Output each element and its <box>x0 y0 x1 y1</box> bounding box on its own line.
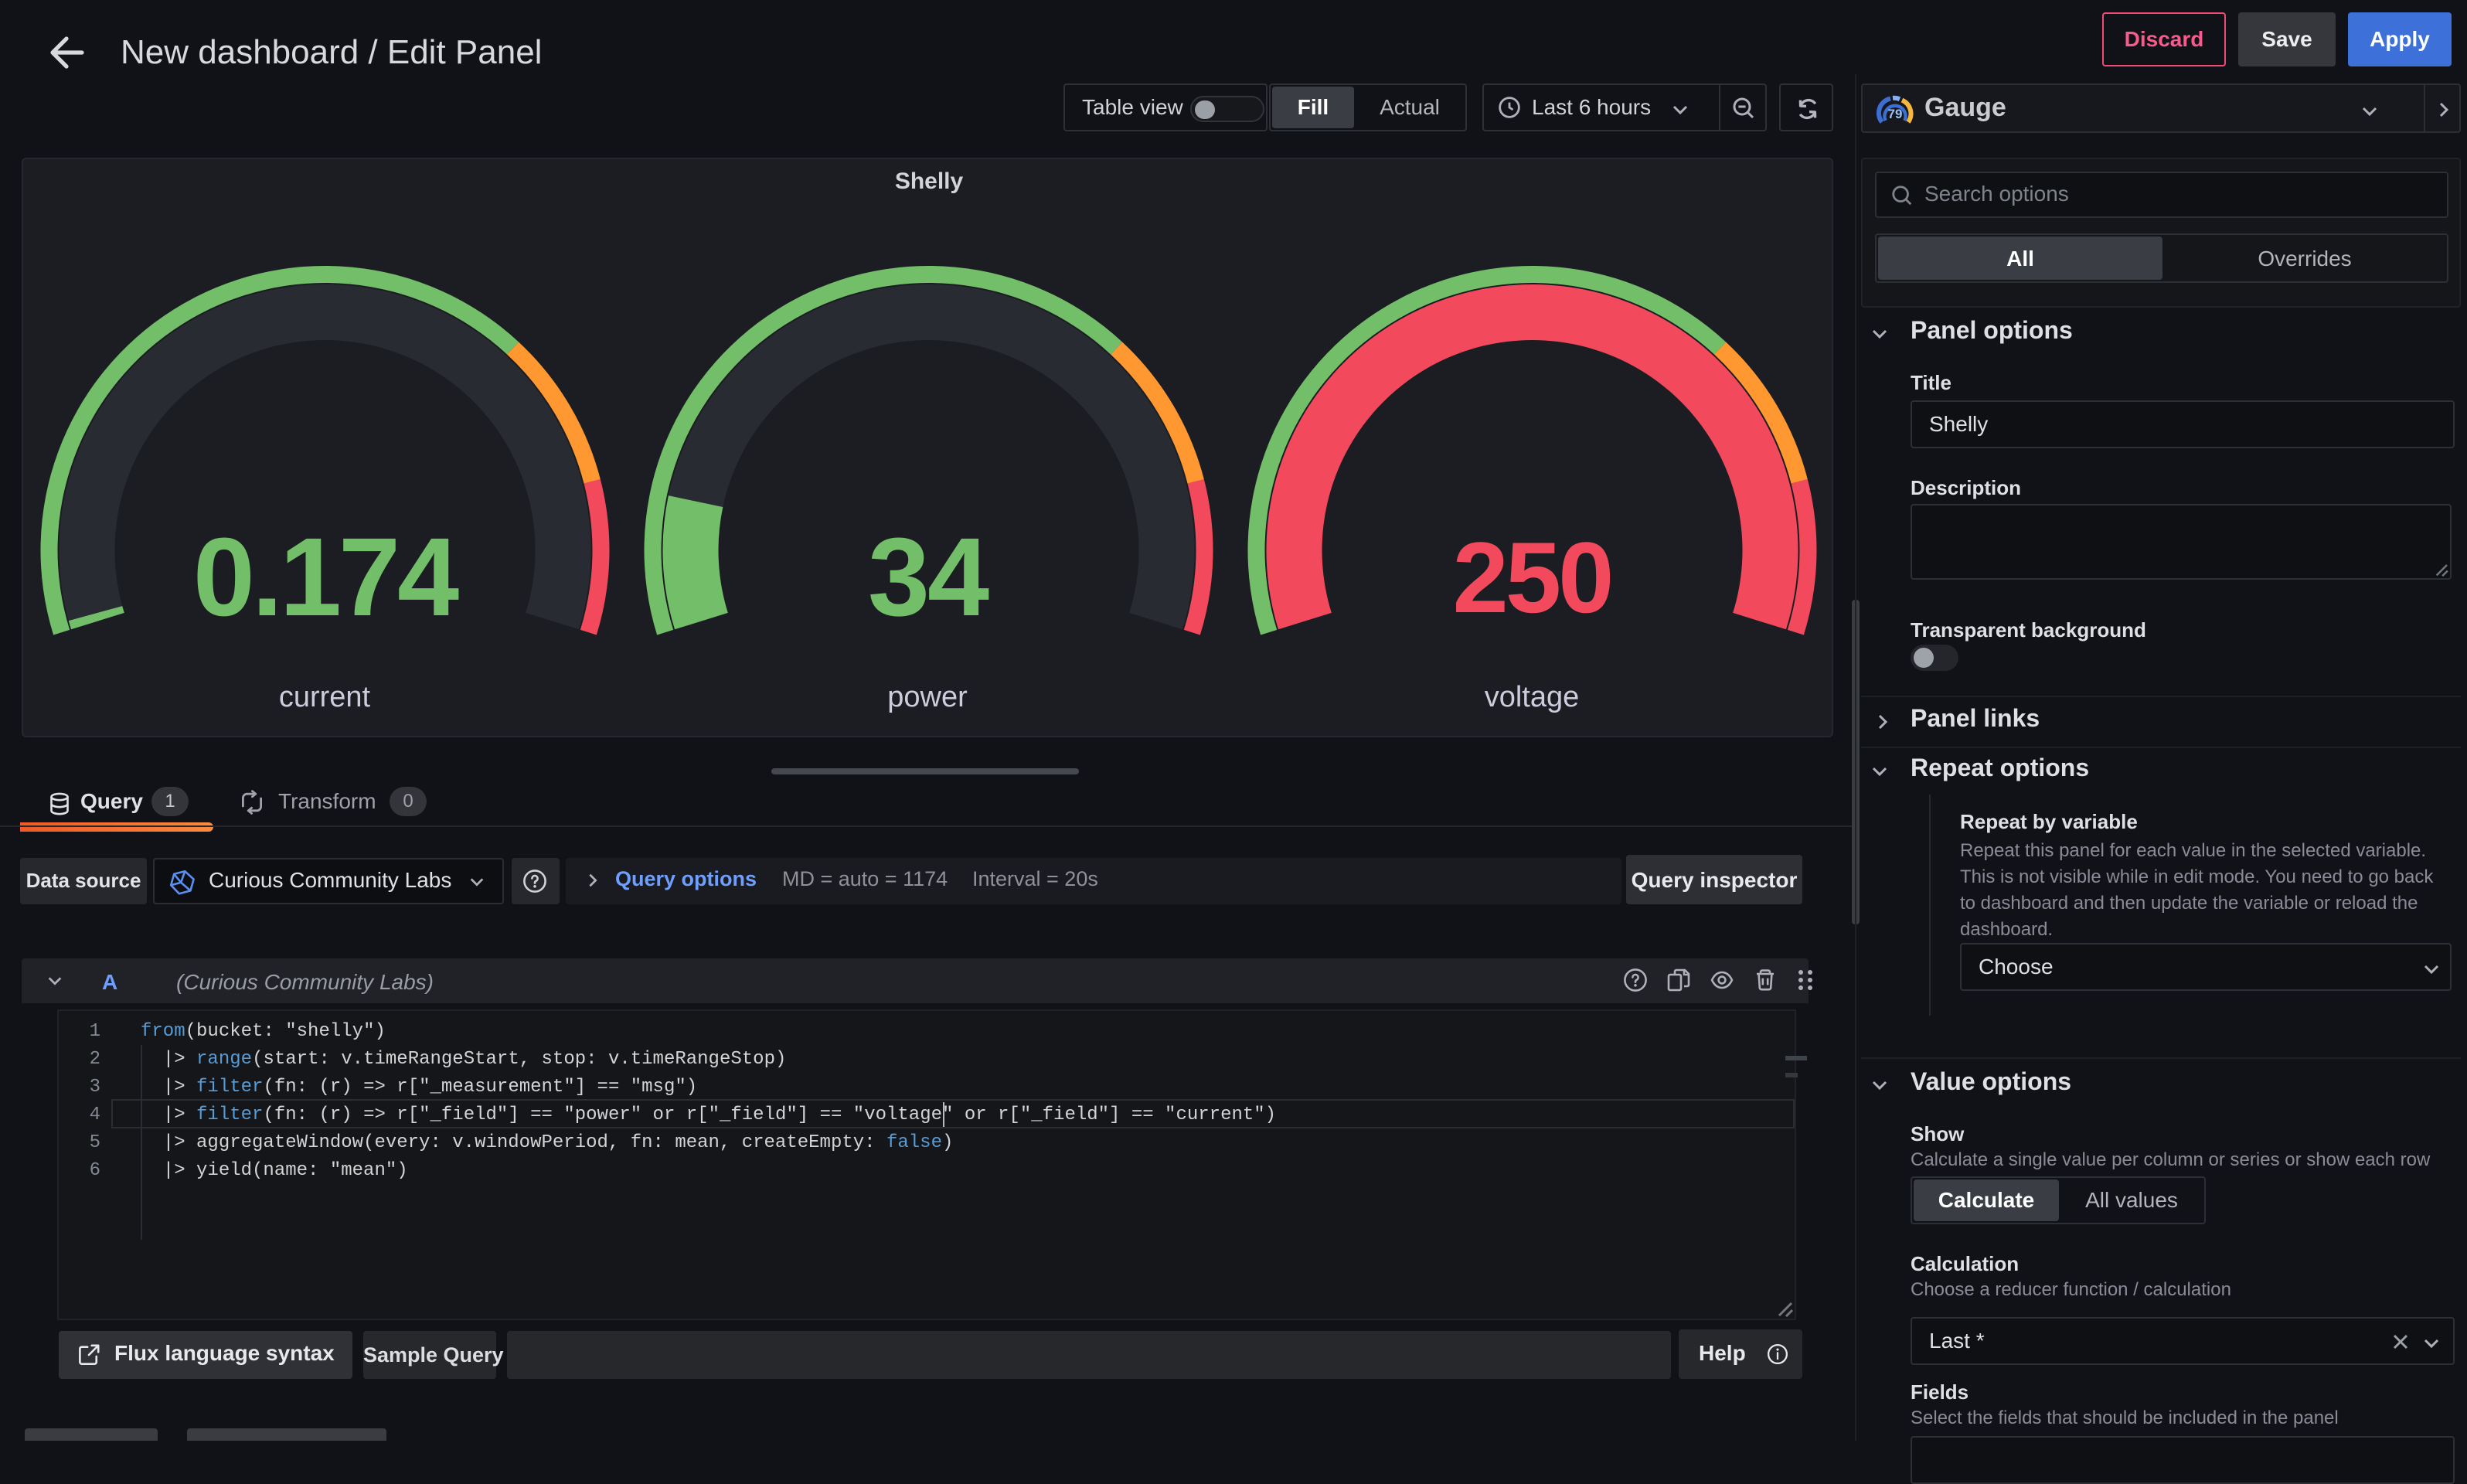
svg-text:79: 79 <box>1888 107 1903 121</box>
